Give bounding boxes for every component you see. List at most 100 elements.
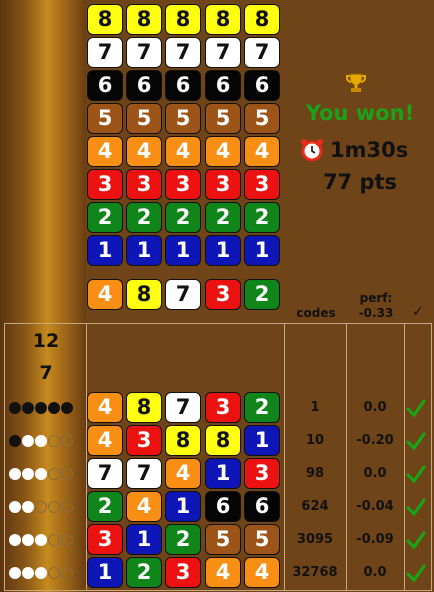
palette-peg-5[interactable]: 5 <box>165 103 201 134</box>
palette-peg-7[interactable]: 7 <box>165 37 201 68</box>
guess-peg[interactable]: 1 <box>165 491 201 522</box>
guess-peg[interactable]: 1 <box>126 524 162 555</box>
palette-peg-3[interactable]: 3 <box>205 169 241 200</box>
secret-peg[interactable]: 7 <box>165 279 201 310</box>
guess-peg[interactable]: 4 <box>165 458 201 489</box>
guess-peg[interactable]: 2 <box>87 491 123 522</box>
feedback-pins <box>9 501 73 513</box>
guess-peg[interactable]: 5 <box>205 524 241 555</box>
palette-peg-6[interactable]: 6 <box>87 70 123 101</box>
palette-peg-6[interactable]: 6 <box>165 70 201 101</box>
perf-header-label: perf: <box>359 291 393 305</box>
black-pin <box>48 402 60 414</box>
guess-peg[interactable]: 3 <box>165 557 201 588</box>
palette-peg-8[interactable]: 8 <box>165 4 201 35</box>
palette-peg-5[interactable]: 5 <box>87 103 123 134</box>
guess-peg[interactable]: 4 <box>205 557 241 588</box>
palette-peg-4[interactable]: 4 <box>126 136 162 167</box>
guess-peg[interactable]: 7 <box>165 392 201 423</box>
palette-peg-7[interactable]: 7 <box>244 37 280 68</box>
palette-peg-6[interactable]: 6 <box>244 70 280 101</box>
guess-peg[interactable]: 3 <box>244 458 280 489</box>
palette-peg-8[interactable]: 8 <box>205 4 241 35</box>
palette-peg-6[interactable]: 6 <box>205 70 241 101</box>
guess-peg[interactable]: 4 <box>126 491 162 522</box>
empty-pin <box>48 567 60 579</box>
palette-peg-5[interactable]: 5 <box>244 103 280 134</box>
guess-peg[interactable]: 1 <box>87 557 123 588</box>
table-right-border <box>431 323 432 591</box>
secret-peg[interactable]: 3 <box>205 279 241 310</box>
white-pin <box>9 567 21 579</box>
guess-peg[interactable]: 1 <box>244 425 280 456</box>
counter-top: 12 <box>32 330 60 352</box>
palette-peg-4[interactable]: 4 <box>165 136 201 167</box>
palette-peg-1[interactable]: 1 <box>165 235 201 266</box>
guess-peg[interactable]: 5 <box>244 524 280 555</box>
white-pin <box>35 468 47 480</box>
palette-peg-4[interactable]: 4 <box>244 136 280 167</box>
palette-peg-1[interactable]: 1 <box>205 235 241 266</box>
palette-peg-7[interactable]: 7 <box>205 37 241 68</box>
guess-peg[interactable]: 3 <box>87 524 123 555</box>
black-pin <box>22 402 34 414</box>
secret-peg[interactable]: 4 <box>87 279 123 310</box>
palette-peg-1[interactable]: 1 <box>87 235 123 266</box>
guess-peg[interactable]: 7 <box>87 458 123 489</box>
guess-peg[interactable]: 1 <box>205 458 241 489</box>
codes-count: 624 <box>301 499 329 514</box>
palette-peg-4[interactable]: 4 <box>205 136 241 167</box>
white-pin <box>9 534 21 546</box>
feedback-pins <box>9 435 73 447</box>
guess-peg[interactable]: 6 <box>205 491 241 522</box>
palette-peg-2[interactable]: 2 <box>126 202 162 233</box>
guess-peg[interactable]: 8 <box>205 425 241 456</box>
palette-peg-7[interactable]: 7 <box>126 37 162 68</box>
perf-value: 0.0 <box>363 466 387 481</box>
palette-peg-1[interactable]: 1 <box>244 235 280 266</box>
guess-peg[interactable]: 3 <box>126 425 162 456</box>
guess-peg[interactable]: 8 <box>165 425 201 456</box>
palette-peg-2[interactable]: 2 <box>87 202 123 233</box>
palette-peg-7[interactable]: 7 <box>87 37 123 68</box>
codes-count: 98 <box>305 466 325 481</box>
palette-peg-2[interactable]: 2 <box>244 202 280 233</box>
palette-peg-8[interactable]: 8 <box>126 4 162 35</box>
trophy-icon <box>346 73 366 92</box>
palette-peg-3[interactable]: 3 <box>126 169 162 200</box>
empty-pin <box>48 435 60 447</box>
check-column-header: ✓ <box>412 304 424 320</box>
black-pin <box>61 402 73 414</box>
guess-peg[interactable]: 2 <box>244 392 280 423</box>
palette-peg-1[interactable]: 1 <box>126 235 162 266</box>
perf-value: -0.09 <box>356 532 394 547</box>
palette-peg-4[interactable]: 4 <box>87 136 123 167</box>
guess-peg[interactable]: 4 <box>87 425 123 456</box>
guess-peg[interactable]: 4 <box>244 557 280 588</box>
guess-peg[interactable]: 4 <box>87 392 123 423</box>
codes-count: 3095 <box>296 532 334 547</box>
palette-peg-2[interactable]: 2 <box>205 202 241 233</box>
guess-peg[interactable]: 7 <box>126 458 162 489</box>
palette-peg-5[interactable]: 5 <box>205 103 241 134</box>
palette-peg-6[interactable]: 6 <box>126 70 162 101</box>
feedback-pins <box>9 468 73 480</box>
black-pin <box>35 402 47 414</box>
palette-peg-3[interactable]: 3 <box>165 169 201 200</box>
white-pin <box>22 501 34 513</box>
palette-peg-5[interactable]: 5 <box>126 103 162 134</box>
guess-peg[interactable]: 3 <box>205 392 241 423</box>
secret-peg[interactable]: 8 <box>126 279 162 310</box>
guess-peg[interactable]: 2 <box>165 524 201 555</box>
palette-peg-3[interactable]: 3 <box>244 169 280 200</box>
guess-peg[interactable]: 6 <box>244 491 280 522</box>
guess-peg[interactable]: 2 <box>126 557 162 588</box>
palette-peg-8[interactable]: 8 <box>244 4 280 35</box>
check-icon <box>406 432 426 451</box>
palette-peg-8[interactable]: 8 <box>87 4 123 35</box>
palette-peg-2[interactable]: 2 <box>165 202 201 233</box>
guess-peg[interactable]: 8 <box>126 392 162 423</box>
palette-peg-3[interactable]: 3 <box>87 169 123 200</box>
perf-value: 0.0 <box>363 565 387 580</box>
secret-peg[interactable]: 2 <box>244 279 280 310</box>
